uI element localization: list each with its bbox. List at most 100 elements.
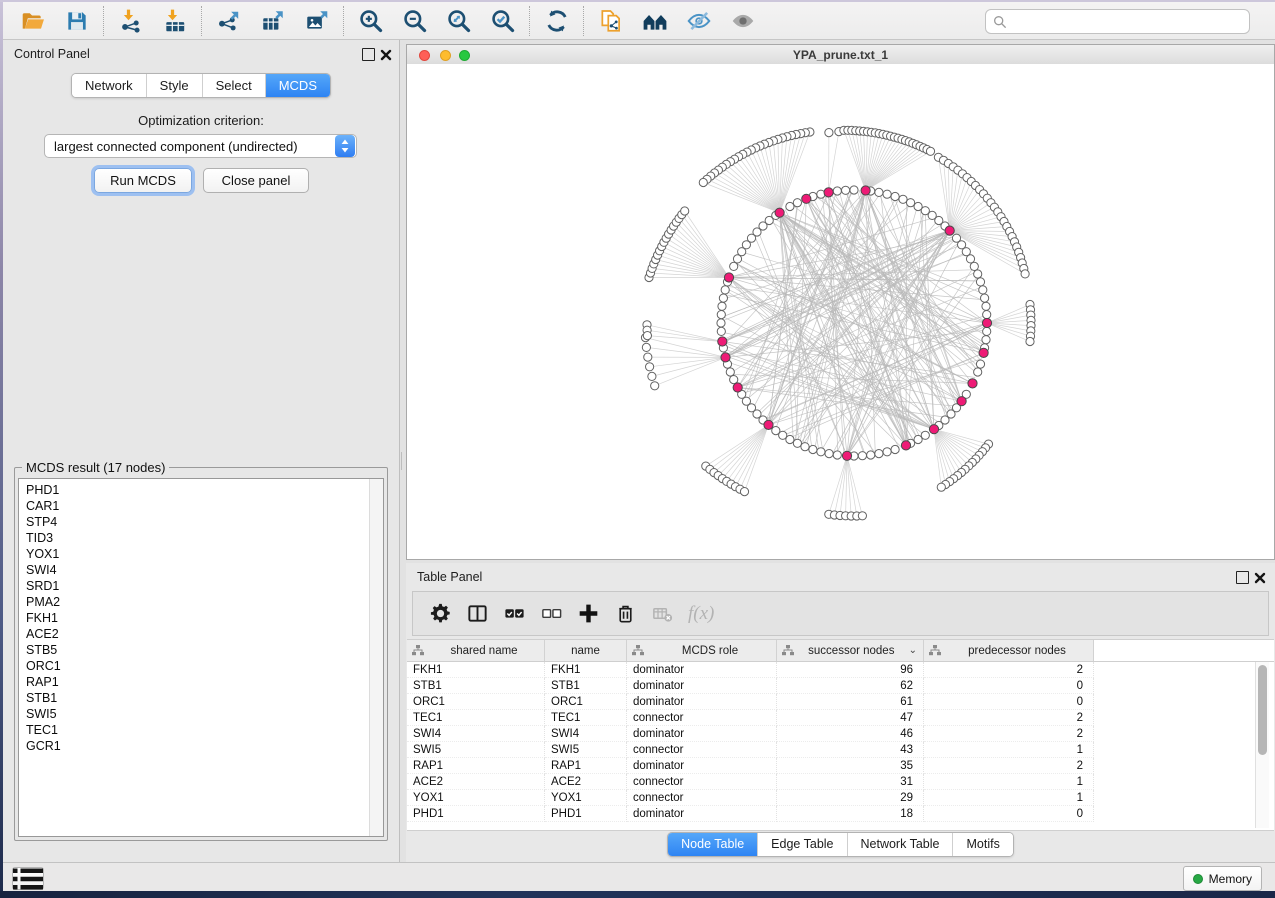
network-window-titlebar[interactable]: YPA_prune.txt_1 — [407, 45, 1274, 65]
import-table-from-file-icon[interactable] — [162, 8, 188, 34]
network-canvas[interactable] — [407, 64, 1274, 559]
table-row[interactable]: STB1STB1dominator620 — [407, 678, 1274, 694]
cell-name: ORC1 — [545, 694, 627, 710]
cell-predecessor-nodes: 0 — [924, 678, 1094, 694]
tab-node-table[interactable]: Node Table — [668, 833, 757, 856]
unselect-all-columns-icon[interactable] — [538, 601, 564, 627]
mcds-result-title: MCDS result (17 nodes) — [22, 460, 169, 475]
toolbar-separator — [201, 6, 203, 36]
mcds-result-item[interactable]: STP4 — [19, 514, 369, 530]
task-history-button[interactable] — [12, 867, 44, 890]
mcds-result-item[interactable]: SWI5 — [19, 706, 369, 722]
column-header-MCDS-role[interactable]: MCDS role — [627, 640, 777, 661]
control-panel-title: Control Panel — [14, 47, 90, 61]
show-column-panel-icon[interactable] — [464, 601, 490, 627]
table-row[interactable]: YOX1YOX1connector291 — [407, 790, 1274, 806]
table-row[interactable]: RAP1RAP1dominator352 — [407, 758, 1274, 774]
optimization-criterion-select[interactable]: largest connected component (undirected) — [44, 134, 357, 158]
mcds-result-item[interactable]: TEC1 — [19, 722, 369, 738]
tab-edge-table[interactable]: Edge Table — [757, 833, 846, 856]
column-header-successor-nodes[interactable]: successor nodes⌄ — [777, 640, 924, 661]
mcds-result-item[interactable]: PHD1 — [19, 482, 369, 498]
tab-style[interactable]: Style — [146, 74, 202, 97]
column-header-shared-name[interactable]: shared name — [407, 640, 545, 661]
mcds-result-item[interactable]: SRD1 — [19, 578, 369, 594]
toolbar-separator — [529, 6, 531, 36]
hide-selected-icon[interactable] — [686, 8, 712, 34]
control-panel-tabs: NetworkStyleSelectMCDS — [3, 73, 399, 98]
select-all-columns-icon[interactable] — [501, 601, 527, 627]
toolbar-icon-groups — [11, 6, 765, 36]
mcds-result-listbox[interactable]: PHD1CAR1STP4TID3YOX1SWI4SRD1PMA2FKH1ACE2… — [18, 478, 384, 837]
table-scrollbar-thumb[interactable] — [1258, 665, 1267, 755]
node-table[interactable]: shared namenameMCDS rolesuccessor nodes⌄… — [407, 639, 1274, 831]
mcds-result-item[interactable]: FKH1 — [19, 610, 369, 626]
mcds-list-scrollbar[interactable] — [369, 479, 383, 836]
cell-successor-nodes: 35 — [777, 758, 924, 774]
duplicate-network-icon[interactable] — [598, 8, 624, 34]
delete-columns-icon[interactable] — [612, 601, 638, 627]
zoom-in-icon[interactable] — [358, 8, 384, 34]
tab-network-table[interactable]: Network Table — [847, 833, 953, 856]
table-row[interactable]: ORC1ORC1dominator610 — [407, 694, 1274, 710]
table-row[interactable]: SWI5SWI5connector431 — [407, 742, 1274, 758]
export-image-icon[interactable] — [304, 8, 330, 34]
open-file-icon[interactable] — [20, 8, 46, 34]
network-graph[interactable] — [407, 64, 1274, 559]
cell-shared-name: TEC1 — [407, 710, 545, 726]
table-mode-gear-icon[interactable] — [427, 601, 453, 627]
zoom-fit-icon[interactable] — [446, 8, 472, 34]
tab-motifs[interactable]: Motifs — [952, 833, 1012, 856]
cell-shared-name: YOX1 — [407, 790, 545, 806]
save-session-icon[interactable] — [64, 8, 90, 34]
show-all-icon[interactable] — [730, 8, 756, 34]
table-row[interactable]: SWI4SWI4dominator462 — [407, 726, 1274, 742]
table-row[interactable]: TEC1TEC1connector472 — [407, 710, 1274, 726]
zoom-out-icon[interactable] — [402, 8, 428, 34]
table-row[interactable]: ACE2ACE2connector311 — [407, 774, 1274, 790]
column-header-name[interactable]: name — [545, 640, 627, 661]
mcds-result-item[interactable]: RAP1 — [19, 674, 369, 690]
mcds-result-item[interactable]: PMA2 — [19, 594, 369, 610]
tab-mcds[interactable]: MCDS — [265, 74, 330, 97]
first-neighbors-icon[interactable] — [642, 8, 668, 34]
table-row[interactable]: PHD1PHD1dominator180 — [407, 806, 1274, 822]
tab-network[interactable]: Network — [72, 74, 146, 97]
mcds-result-item[interactable]: STB5 — [19, 642, 369, 658]
run-mcds-button[interactable]: Run MCDS — [94, 168, 192, 193]
toolbar-separator — [583, 6, 585, 36]
sort-descending-icon[interactable]: ⌄ — [909, 645, 917, 656]
export-table-icon[interactable] — [260, 8, 286, 34]
cell-predecessor-nodes: 2 — [924, 710, 1094, 726]
import-network-from-file-icon[interactable] — [118, 8, 144, 34]
cell-shared-name: PHD1 — [407, 806, 545, 822]
mcds-result-item[interactable]: ACE2 — [19, 626, 369, 642]
export-network-icon[interactable] — [216, 8, 242, 34]
tab-select[interactable]: Select — [202, 74, 265, 97]
cell-MCDS-role: connector — [627, 710, 777, 726]
mcds-result-item[interactable]: SWI4 — [19, 562, 369, 578]
close-table-panel-icon[interactable] — [1254, 571, 1266, 583]
close-panel-button[interactable]: Close panel — [203, 168, 309, 193]
search-box[interactable] — [985, 9, 1250, 34]
function-builder-icon: f(x) — [686, 601, 714, 627]
column-header-predecessor-nodes[interactable]: predecessor nodes — [924, 640, 1094, 661]
memory-button[interactable]: Memory — [1183, 866, 1262, 891]
mcds-result-item[interactable]: CAR1 — [19, 498, 369, 514]
float-panel-icon[interactable] — [362, 48, 375, 61]
column-type-icon — [929, 645, 941, 656]
mcds-result-item[interactable]: STB1 — [19, 690, 369, 706]
float-table-panel-icon[interactable] — [1236, 571, 1249, 584]
mcds-result-item[interactable]: GCR1 — [19, 738, 369, 754]
search-input[interactable] — [1012, 14, 1249, 30]
table-scrollbar[interactable] — [1255, 662, 1269, 828]
close-panel-icon[interactable] — [380, 48, 392, 60]
table-row[interactable]: FKH1FKH1dominator962 — [407, 662, 1274, 678]
create-new-column-icon[interactable] — [575, 601, 601, 627]
cell-MCDS-role: connector — [627, 774, 777, 790]
mcds-result-item[interactable]: ORC1 — [19, 658, 369, 674]
zoom-selected-icon[interactable] — [490, 8, 516, 34]
apply-preferred-layout-icon[interactable] — [544, 8, 570, 34]
mcds-result-item[interactable]: TID3 — [19, 530, 369, 546]
mcds-result-item[interactable]: YOX1 — [19, 546, 369, 562]
